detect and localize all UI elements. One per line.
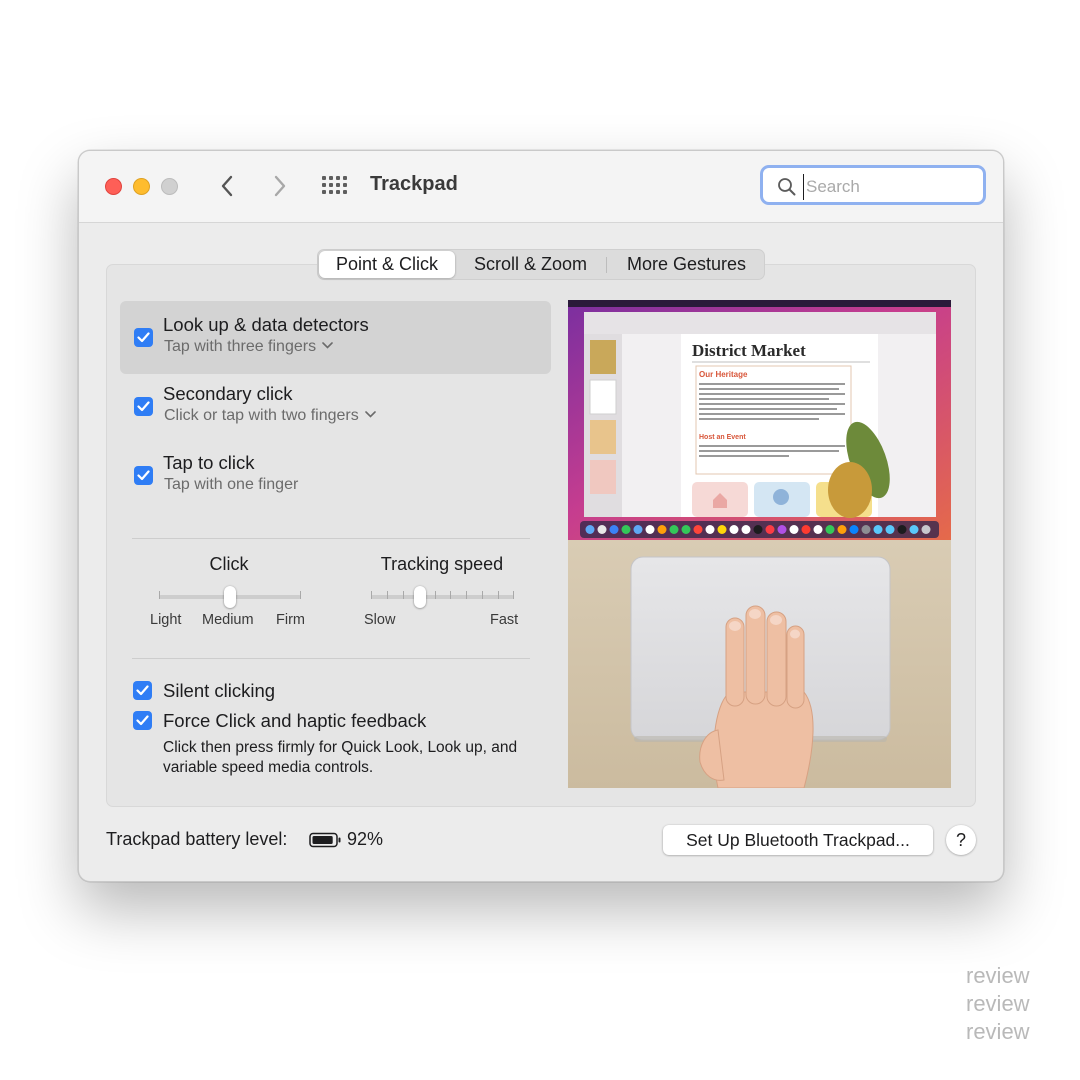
checkmark-icon — [137, 332, 150, 343]
click-label-firm: Firm — [276, 612, 305, 628]
force-click-checkbox[interactable] — [133, 711, 152, 730]
minimize-window-button[interactable] — [133, 178, 150, 195]
chevron-left-icon — [221, 175, 233, 197]
tracking-label-fast: Fast — [490, 612, 519, 628]
secondary-click-gesture-value: Click or tap with two fingers — [164, 407, 359, 424]
help-button[interactable]: ? — [946, 825, 976, 855]
click-slider-knob[interactable] — [224, 586, 236, 608]
secondary-click-label: Secondary click — [163, 383, 293, 404]
zoom-window-button[interactable] — [161, 178, 178, 195]
battery-level-label: Trackpad battery level: — [106, 829, 288, 849]
back-button[interactable] — [213, 171, 243, 201]
slider-tick — [450, 591, 451, 599]
set-up-bluetooth-trackpad-button[interactable]: Set Up Bluetooth Trackpad... — [663, 825, 933, 855]
battery-icon — [309, 832, 341, 853]
click-slider-title: Click — [209, 554, 249, 574]
preview-illustration: District Market Our Heritage Host an Eve… — [568, 300, 951, 788]
checkmark-icon — [137, 401, 150, 412]
search-icon — [778, 178, 796, 196]
divider — [132, 538, 530, 539]
watermark-text: review — [966, 1019, 1030, 1044]
secondary-click-gesture-menu[interactable]: Click or tap with two fingers — [164, 407, 376, 425]
show-all-preferences-grid-icon[interactable] — [322, 176, 348, 196]
tab-separator — [606, 257, 607, 273]
chevron-down-icon — [322, 342, 333, 349]
slider-tick — [466, 591, 467, 599]
checkmark-icon — [137, 470, 150, 481]
look-up-gesture-value: Tap with three fingers — [164, 338, 317, 355]
search-input[interactable] — [803, 174, 978, 200]
slider-tick — [498, 591, 499, 599]
look-up-gesture-menu[interactable]: Tap with three fingers — [164, 338, 333, 356]
trackpad-preferences-window: Trackpad Point & Click Scroll & Zoom Mor… — [78, 150, 1004, 882]
window-title: Trackpad — [370, 173, 458, 195]
tracking-slider-track — [371, 595, 514, 599]
look-up-label: Look up & data detectors — [163, 314, 369, 335]
secondary-click-checkbox[interactable] — [134, 397, 153, 416]
tracking-label-slow: Slow — [364, 612, 396, 628]
preview-doc-title: District Market — [692, 341, 806, 360]
gesture-preview-video: District Market Our Heritage Host an Eve… — [568, 300, 951, 788]
title-bar: Trackpad — [79, 151, 1003, 223]
tracking-slider-knob[interactable] — [414, 586, 426, 608]
checkmark-icon — [136, 715, 149, 726]
silent-clicking-checkbox[interactable] — [133, 681, 152, 700]
slider-tick — [387, 591, 388, 599]
battery-percentage: 92% — [347, 829, 384, 849]
divider — [132, 658, 530, 659]
slider-tick — [300, 591, 301, 599]
tab-point-and-click[interactable]: Point & Click — [319, 251, 455, 278]
tap-to-click-checkbox[interactable] — [134, 466, 153, 485]
silent-clicking-label: Silent clicking — [163, 680, 276, 701]
watermark: review review review — [966, 962, 1030, 1046]
tab-more-gestures[interactable]: More Gestures — [609, 250, 764, 279]
force-click-description: Click then press firmly for Quick Look, … — [163, 739, 518, 776]
search-field[interactable] — [760, 165, 986, 205]
slider-tick — [513, 591, 514, 599]
checkmark-icon — [136, 685, 149, 696]
click-label-light: Light — [150, 612, 182, 628]
slider-tick — [403, 591, 404, 599]
slider-tick — [435, 591, 436, 599]
watermark-text: review — [966, 963, 1030, 988]
look-up-checkbox[interactable] — [134, 328, 153, 347]
force-click-label: Force Click and haptic feedback — [163, 710, 427, 731]
tab-scroll-and-zoom[interactable]: Scroll & Zoom — [458, 250, 603, 279]
forward-button[interactable] — [265, 171, 295, 201]
slider-tick — [482, 591, 483, 599]
watermark-text: review — [966, 991, 1030, 1016]
slider-tick — [159, 591, 160, 599]
preview-heading-heritage: Our Heritage — [699, 370, 748, 379]
close-window-button[interactable] — [105, 178, 122, 195]
chevron-right-icon — [274, 175, 286, 197]
tap-to-click-description: Tap with one finger — [164, 476, 299, 493]
tab-bar: Point & Click Scroll & Zoom More Gesture… — [317, 249, 765, 280]
preview-heading-event: Host an Event — [699, 434, 746, 441]
click-label-medium: Medium — [202, 612, 254, 628]
slider-tick — [371, 591, 372, 599]
tracking-speed-title: Tracking speed — [380, 554, 504, 574]
chevron-down-icon — [364, 411, 376, 418]
tap-to-click-label: Tap to click — [163, 452, 255, 473]
